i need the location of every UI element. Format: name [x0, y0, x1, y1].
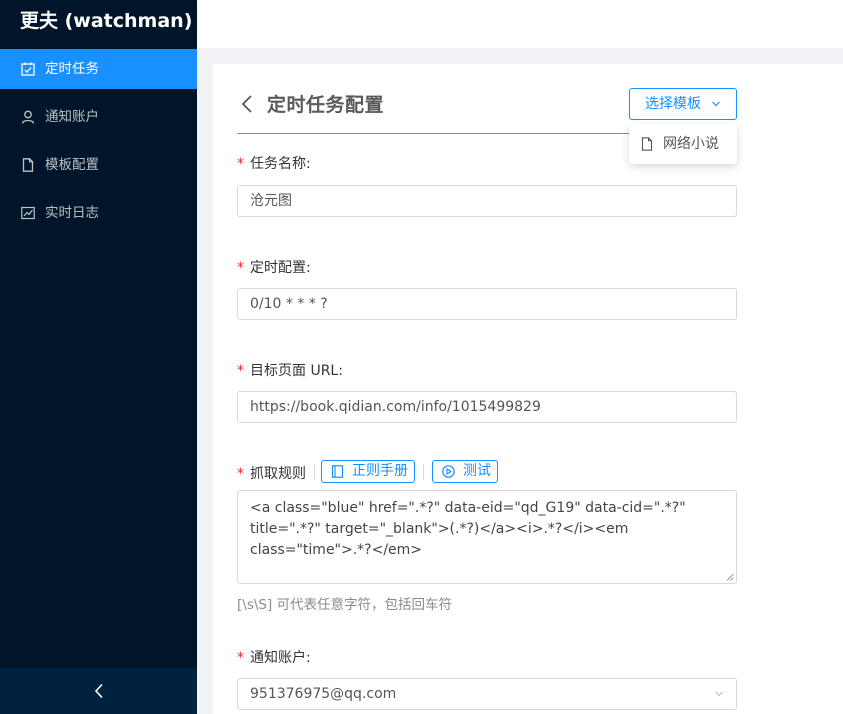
sidebar-menu: 定时任务 通知账户 模板配置 实时日志 — [0, 49, 197, 233]
template-option-web-novel[interactable]: 网络小说 — [641, 135, 719, 153]
sidebar-item-template-config[interactable]: 模板配置 — [0, 145, 197, 185]
regex-manual-label: 正则手册 — [352, 463, 408, 479]
top-header-bar — [197, 0, 843, 48]
sidebar-item-label: 定时任务 — [45, 61, 99, 77]
calendar-check-icon — [21, 62, 35, 76]
chevron-down-icon — [712, 101, 720, 107]
task-name-label: * 任务名称: — [237, 153, 311, 173]
select-template-button[interactable]: 选择模板 — [629, 88, 737, 120]
task-name-label-text: 任务名称: — [250, 156, 311, 172]
schedule-label-text: 定时配置: — [250, 260, 311, 276]
back-arrow-icon[interactable] — [237, 92, 257, 116]
chevron-left-icon — [94, 683, 103, 699]
line-chart-icon — [21, 206, 35, 220]
required-marker: * — [237, 156, 244, 172]
regex-manual-button[interactable]: 正则手册 — [321, 460, 415, 483]
sidebar-item-realtime-log[interactable]: 实时日志 — [0, 193, 197, 233]
template-dropdown-menu: 网络小说 — [629, 124, 737, 164]
main-content: 定时任务配置 选择模板 网络小说 * 任务名称: 沧元图 * 定时配置: 0/10 … — [213, 64, 843, 714]
required-marker: * — [237, 650, 244, 666]
rule-label: * 抓取规则 — [237, 463, 306, 483]
rule-label-text: 抓取规则 — [250, 466, 306, 482]
required-marker: * — [237, 466, 244, 482]
resize-handle-icon[interactable] — [726, 573, 734, 581]
template-option-label: 网络小说 — [663, 136, 719, 152]
play-circle-icon — [442, 465, 455, 478]
sidebar: 更夫 (watchman) 定时任务 通知账户 模板配置 实时日志 — [0, 0, 197, 714]
target-url-input[interactable]: https://book.qidian.com/info/1015499829 — [237, 391, 737, 423]
divider — [314, 464, 315, 480]
sidebar-item-scheduled-tasks[interactable]: 定时任务 — [0, 49, 197, 89]
user-icon — [21, 110, 35, 124]
notify-account-select[interactable]: 951376975@qq.com — [237, 678, 737, 710]
chevron-down-icon — [715, 691, 723, 697]
divider — [423, 464, 424, 480]
schedule-label: * 定时配置: — [237, 257, 311, 277]
book-icon — [331, 465, 344, 478]
sidebar-collapse-button[interactable] — [0, 668, 197, 714]
test-button[interactable]: 测试 — [432, 460, 498, 483]
sidebar-item-label: 模板配置 — [45, 157, 99, 173]
notify-account-value: 951376975@qq.com — [250, 686, 397, 702]
sidebar-item-label: 通知账户 — [45, 109, 99, 125]
notify-account-label: * 通知账户: — [237, 647, 311, 667]
required-marker: * — [237, 260, 244, 276]
rule-textarea[interactable]: <a class="blue" href=".*?" data-eid="qd_… — [237, 490, 737, 584]
page-title: 定时任务配置 — [267, 94, 385, 116]
task-name-input[interactable]: 沧元图 — [237, 185, 737, 217]
schedule-input[interactable]: 0/10 * * * ? — [237, 288, 737, 320]
notify-account-label-text: 通知账户: — [250, 650, 311, 666]
sidebar-item-label: 实时日志 — [45, 205, 99, 221]
rule-value: <a class="blue" href=".*?" data-eid="qd_… — [250, 500, 686, 558]
target-url-label-text: 目标页面 URL: — [250, 363, 343, 379]
file-icon — [22, 158, 34, 172]
sidebar-item-notify-accounts[interactable]: 通知账户 — [0, 97, 197, 137]
select-template-label: 选择模板 — [645, 96, 701, 112]
rule-hint: [\s\S] 可代表任意字符，包括回车符 — [237, 597, 453, 613]
target-url-label: * 目标页面 URL: — [237, 360, 343, 380]
file-icon — [641, 137, 653, 151]
required-marker: * — [237, 363, 244, 379]
app-logo-title: 更夫 (watchman) — [0, 0, 197, 44]
test-label: 测试 — [463, 463, 491, 479]
